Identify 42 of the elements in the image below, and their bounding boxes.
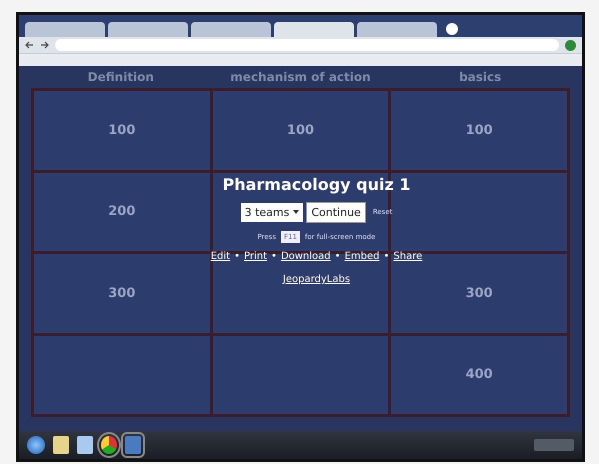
action-link[interactable]: Embed xyxy=(344,250,380,262)
board-cell[interactable]: 300 xyxy=(34,254,210,332)
browser-tab[interactable] xyxy=(357,22,437,37)
browser-icon[interactable] xyxy=(101,436,117,454)
back-icon[interactable] xyxy=(25,41,34,49)
board-cell[interactable] xyxy=(34,336,210,414)
separator-dot: • xyxy=(334,250,341,262)
continue-button[interactable]: Continue xyxy=(306,202,366,223)
point-value: 200 xyxy=(108,204,136,220)
point-value: 300 xyxy=(466,286,493,301)
action-link[interactable]: Download xyxy=(280,250,331,262)
new-tab-icon[interactable] xyxy=(446,23,458,35)
board-cell[interactable] xyxy=(212,336,388,414)
browser-tab[interactable] xyxy=(191,22,271,37)
board-cell[interactable]: 100 xyxy=(391,91,567,170)
category-header: Definition xyxy=(86,70,155,84)
caret-icon xyxy=(293,210,300,214)
separator-dot: • xyxy=(234,250,240,262)
separator-dot: • xyxy=(383,250,390,262)
forward-icon[interactable] xyxy=(40,41,49,49)
action-link[interactable]: Edit xyxy=(210,250,230,262)
quiz-title: Pharmacology quiz 1 xyxy=(222,174,410,194)
teams-select[interactable]: 3 teams xyxy=(240,202,304,222)
board-cell[interactable]: 100 xyxy=(34,91,210,170)
category-header: basics xyxy=(458,70,502,84)
category-header: mechanism of action xyxy=(229,70,372,84)
point-value: 300 xyxy=(108,286,136,301)
separator-dot: • xyxy=(271,250,277,262)
browser-tab[interactable] xyxy=(274,22,354,37)
browser-tab[interactable] xyxy=(108,22,188,37)
board-cell[interactable]: 100 xyxy=(212,91,388,170)
point-value: 100 xyxy=(466,122,493,138)
profile-icon[interactable] xyxy=(565,40,576,50)
point-value: 100 xyxy=(108,122,136,138)
start-icon[interactable] xyxy=(27,436,45,454)
board-cell[interactable]: 400 xyxy=(391,336,567,414)
action-link[interactable]: Print xyxy=(244,250,268,262)
point-value: 400 xyxy=(466,367,493,382)
board-cell[interactable]: 200 xyxy=(34,172,210,251)
brand-link[interactable]: JeopardyLabs xyxy=(282,274,350,285)
point-value: 100 xyxy=(286,122,314,138)
board-cell[interactable] xyxy=(391,172,567,251)
